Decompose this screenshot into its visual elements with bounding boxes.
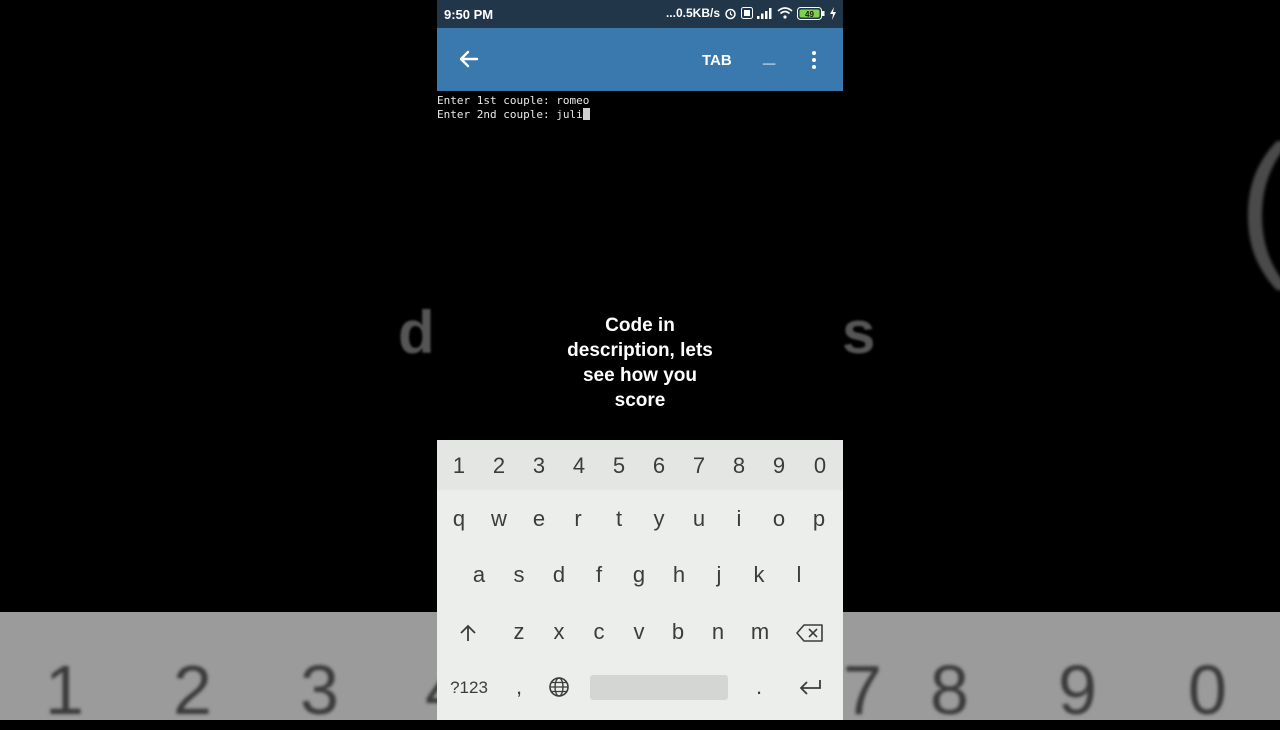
key-r[interactable]: r: [567, 506, 589, 532]
network-speed: ...0.5KB/s: [665, 6, 720, 20]
key-q[interactable]: q: [448, 506, 470, 532]
background-digit: 8: [930, 651, 969, 729]
key-x[interactable]: x: [548, 619, 570, 645]
background-digit: 3: [300, 651, 339, 729]
key-5[interactable]: 5: [608, 453, 630, 479]
signal-icon: [757, 8, 772, 19]
minimize-button[interactable]: _: [763, 42, 775, 68]
battery-icon: 49: [797, 6, 825, 20]
caption-line: Code in: [605, 315, 675, 336]
tab-button[interactable]: TAB: [702, 52, 732, 69]
key-f[interactable]: f: [588, 562, 610, 588]
key-e[interactable]: e: [528, 506, 550, 532]
key-d[interactable]: d: [548, 562, 570, 588]
caption-line: see how you: [582, 365, 698, 386]
key-v[interactable]: v: [628, 619, 650, 645]
background-digit: 7: [843, 651, 882, 729]
background-paren-large: (: [1238, 110, 1280, 294]
status-bar: 9:50 PM ...0.5KB/s 49: [437, 0, 843, 28]
key-9[interactable]: 9: [768, 453, 790, 479]
key-b[interactable]: b: [667, 619, 689, 645]
key-0[interactable]: 0: [809, 453, 831, 479]
video-caption: Code in description, lets see how you sc…: [547, 313, 733, 413]
app-bar: TAB _: [437, 28, 843, 91]
phone-screen: 9:50 PM ...0.5KB/s 49 TAB _ Enter 1st co…: [437, 0, 843, 720]
key-8[interactable]: 8: [728, 453, 750, 479]
key-h[interactable]: h: [668, 562, 690, 588]
charging-icon: [830, 6, 836, 20]
back-arrow-icon[interactable]: [455, 45, 483, 73]
background-digit: 9: [1058, 651, 1097, 729]
key-o[interactable]: o: [768, 506, 790, 532]
overflow-menu-icon[interactable]: [810, 50, 818, 70]
background-digit: 2: [173, 651, 212, 729]
key-comma[interactable]: ,: [509, 674, 529, 700]
caption-line: score: [614, 390, 666, 411]
key-s[interactable]: s: [508, 562, 530, 588]
key-period[interactable]: .: [749, 674, 769, 700]
key-7[interactable]: 7: [688, 453, 710, 479]
terminal-line-current: Enter 2nd couple: juli: [437, 107, 843, 122]
caption-line: description, lets: [567, 340, 713, 361]
background-letter-right: s: [842, 299, 876, 366]
backspace-icon[interactable]: [796, 624, 824, 642]
terminal-line-text: Enter 2nd couple: juli: [437, 107, 583, 121]
key-m[interactable]: m: [747, 619, 773, 645]
key-l[interactable]: l: [788, 562, 810, 588]
key-w[interactable]: w: [488, 506, 510, 532]
key-n[interactable]: n: [707, 619, 729, 645]
background-digit: 0: [1188, 651, 1227, 729]
text-cursor: [582, 107, 590, 120]
space-bar[interactable]: [590, 675, 728, 700]
key-p[interactable]: p: [808, 506, 830, 532]
terminal-line: Enter 1st couple: romeo: [437, 94, 590, 107]
key-y[interactable]: y: [648, 506, 670, 532]
enter-icon[interactable]: [798, 678, 822, 696]
key-j[interactable]: j: [708, 562, 730, 588]
symbols-key[interactable]: ?123: [445, 678, 493, 698]
key-z[interactable]: z: [508, 619, 530, 645]
alarm-icon: [725, 8, 736, 19]
key-4[interactable]: 4: [568, 453, 590, 479]
background-letter-left: d: [398, 299, 435, 366]
terminal-output[interactable]: Enter 1st couple: romeo Enter 2nd couple…: [437, 94, 843, 121]
key-i[interactable]: i: [728, 506, 750, 532]
status-icons: ...0.5KB/s 49: [666, 6, 837, 20]
key-a[interactable]: a: [468, 562, 490, 588]
status-time: 9:50 PM: [444, 7, 494, 22]
key-k[interactable]: k: [748, 562, 770, 588]
key-1[interactable]: 1: [448, 453, 470, 479]
globe-icon[interactable]: [548, 676, 570, 698]
key-c[interactable]: c: [588, 619, 610, 645]
key-g[interactable]: g: [628, 562, 650, 588]
wifi-icon: [777, 7, 793, 19]
key-t[interactable]: t: [608, 506, 630, 532]
battery-level: 49: [805, 10, 814, 19]
key-3[interactable]: 3: [528, 453, 550, 479]
soft-keyboard: 1 2 3 4 5 6 7 8 9 0 q w e r t y u i o p …: [437, 440, 843, 720]
key-u[interactable]: u: [688, 506, 710, 532]
key-2[interactable]: 2: [488, 453, 510, 479]
key-6[interactable]: 6: [648, 453, 670, 479]
background-digit: 1: [45, 651, 84, 729]
volte-icon: [741, 7, 753, 19]
shift-icon[interactable]: [458, 623, 478, 643]
